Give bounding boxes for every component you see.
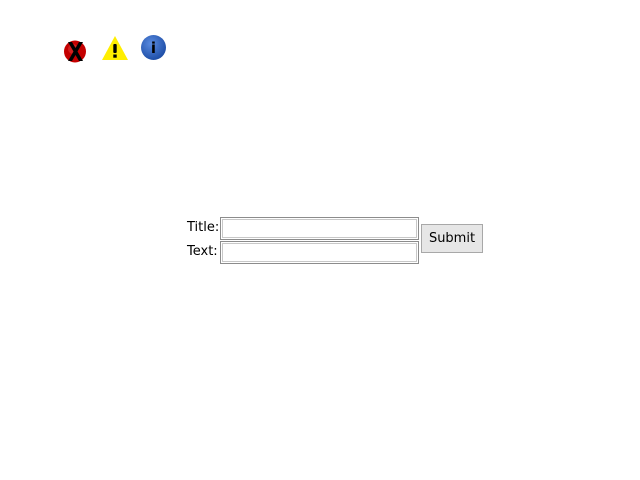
error-icon-graphic — [64, 40, 86, 63]
info-icon-graphic: i — [141, 35, 166, 60]
title-label: Title: — [187, 220, 220, 235]
info-icon-glyph: i — [151, 39, 156, 57]
warning-icon[interactable] — [101, 34, 129, 62]
error-icon[interactable] — [63, 39, 88, 64]
submit-button[interactable]: Submit — [421, 224, 483, 253]
text-input[interactable] — [222, 243, 417, 262]
page: i Title: Text: Submit — [0, 0, 640, 480]
info-icon[interactable]: i — [140, 34, 167, 61]
text-label: Text: — [187, 244, 218, 259]
title-input[interactable] — [222, 219, 417, 238]
title-field-frame — [220, 217, 419, 240]
warning-icon-graphic — [102, 36, 128, 60]
icon-bar: i — [0, 0, 200, 70]
note-form: Title: Text: Submit — [186, 216, 486, 266]
text-field-frame — [220, 241, 419, 264]
